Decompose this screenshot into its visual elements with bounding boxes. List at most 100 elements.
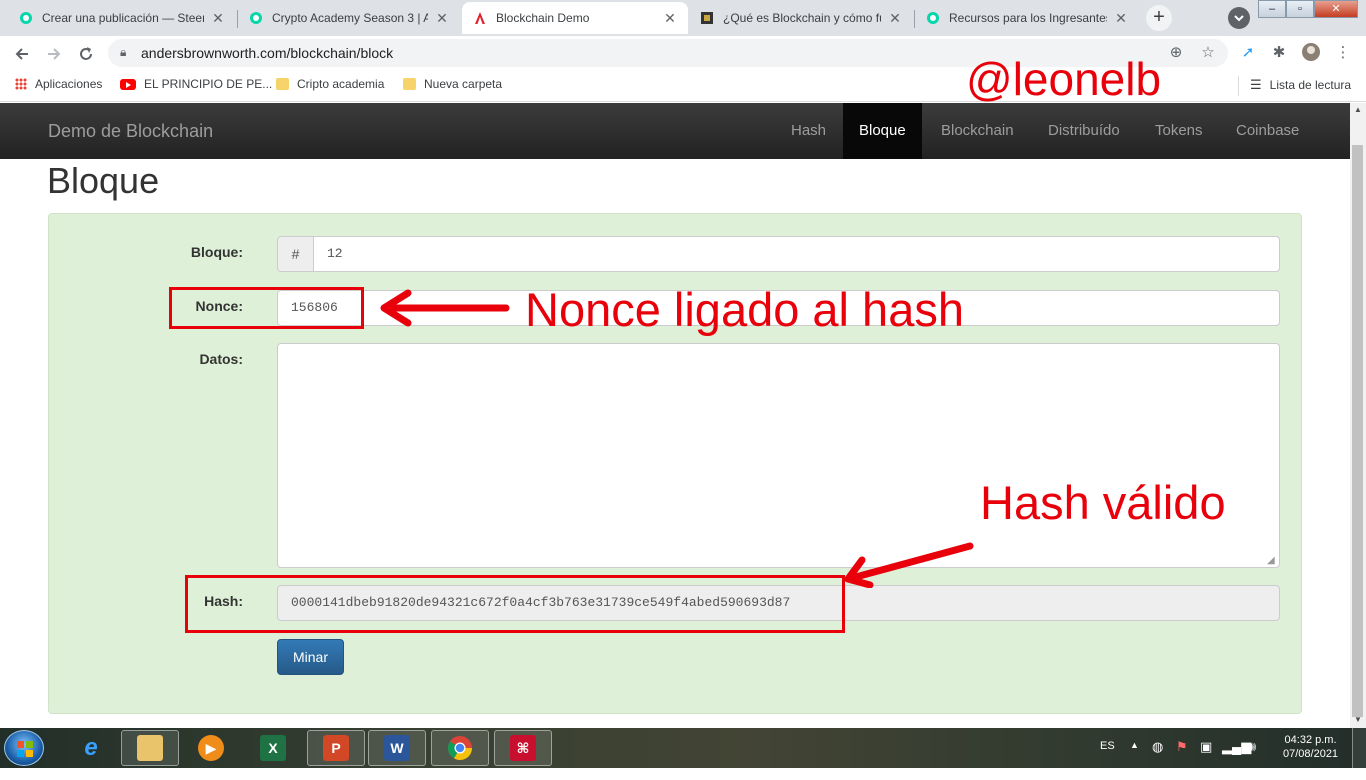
avatar[interactable] bbox=[1300, 42, 1322, 64]
page-title: Bloque bbox=[47, 160, 160, 201]
close-tab-icon[interactable]: ✕ bbox=[434, 10, 450, 27]
extensions-puzzle-icon[interactable]: ✱ bbox=[1268, 42, 1290, 64]
block-number-input[interactable]: 12 bbox=[313, 236, 1280, 272]
taskbar-word[interactable]: W bbox=[368, 730, 426, 766]
hash-annotation: Hash válido bbox=[980, 476, 1226, 529]
taskbar-acrobat[interactable]: ⌘ bbox=[494, 730, 552, 766]
reload-icon bbox=[80, 47, 92, 60]
tab-recursos[interactable]: Recursos para los Ingresantes ✕ bbox=[915, 2, 1139, 34]
reading-list-button[interactable]: ☰ Lista de lectura bbox=[1250, 77, 1351, 93]
bookmark-youtube[interactable]: EL PRINCIPIO DE PE... bbox=[120, 77, 272, 91]
device-icon[interactable]: ▣ bbox=[1200, 739, 1212, 779]
clock-date: 07/08/2021 bbox=[1283, 748, 1339, 760]
nav-tokens[interactable]: Tokens bbox=[1139, 103, 1219, 159]
bookmark-apps[interactable]: Aplicaciones bbox=[15, 77, 102, 91]
tab-label: Blockchain Demo bbox=[496, 11, 590, 25]
watermark-text: @leonelb bbox=[966, 53, 1162, 105]
new-tab-button[interactable]: + bbox=[1146, 5, 1172, 31]
steemit-icon bbox=[18, 10, 34, 26]
nav-hash[interactable]: Hash bbox=[775, 103, 842, 159]
bookmark-nueva-carpeta[interactable]: Nueva carpeta bbox=[403, 77, 502, 91]
site-navbar: Demo de Blockchain Hash Bloque Blockchai… bbox=[0, 103, 1350, 159]
zoom-icon[interactable]: ⊕ bbox=[1165, 42, 1187, 64]
close-tab-icon[interactable]: ✕ bbox=[887, 10, 903, 27]
bookmark-label: Cripto academia bbox=[297, 77, 385, 91]
bookmark-label: Aplicaciones bbox=[35, 77, 103, 91]
menu-icon[interactable]: ⋮ bbox=[1332, 42, 1354, 64]
word-icon: W bbox=[384, 735, 410, 761]
tab-label: Crypto Academy Season 3 | Advanced bbox=[272, 11, 428, 25]
show-desktop-button[interactable] bbox=[1352, 728, 1366, 768]
tab-blockchain-demo[interactable]: Blockchain Demo ✕ bbox=[462, 2, 688, 34]
tab-crypto-academy[interactable]: Crypto Academy Season 3 | Advanced ✕ bbox=[238, 2, 460, 34]
clock[interactable]: 04:32 p.m. 07/08/2021 bbox=[1283, 734, 1338, 774]
excel-icon: X bbox=[260, 735, 286, 761]
folder-icon bbox=[276, 78, 289, 90]
nav-coinbase[interactable]: Coinbase bbox=[1220, 103, 1315, 159]
language-indicator[interactable]: ES bbox=[1100, 740, 1115, 780]
nav-distribuido[interactable]: Distribuído bbox=[1032, 103, 1136, 159]
taskbar-media-player[interactable]: ▶ bbox=[182, 730, 240, 766]
page-scrollbar[interactable]: ▲ ▼ bbox=[1350, 103, 1366, 728]
site-icon bbox=[699, 10, 715, 26]
taskbar-explorer[interactable] bbox=[121, 730, 179, 766]
bookmarks-bar: Aplicaciones EL PRINCIPIO DE PE... Cript… bbox=[0, 70, 1366, 102]
volume-icon[interactable]: 🔊︎ bbox=[1248, 739, 1256, 779]
data-textarea[interactable] bbox=[277, 343, 1280, 568]
close-tab-icon[interactable]: ✕ bbox=[1113, 10, 1129, 27]
window-controls: – ▫ ✕ bbox=[1258, 0, 1358, 18]
taskbar-chrome[interactable] bbox=[431, 730, 489, 766]
url-text: andersbrownworth.com/blockchain/block bbox=[141, 45, 394, 61]
scroll-down-icon[interactable]: ▼ bbox=[1354, 715, 1362, 724]
tab-label: ¿Qué es Blockchain y cómo funciona bbox=[723, 11, 881, 25]
steemit-icon bbox=[248, 10, 264, 26]
scroll-up-icon[interactable]: ▲ bbox=[1354, 105, 1362, 114]
ie-icon: e bbox=[84, 734, 98, 761]
nav-bloque[interactable]: Bloque bbox=[843, 103, 922, 159]
bookmark-divider bbox=[1238, 76, 1239, 96]
taskbar-excel[interactable]: X bbox=[244, 730, 302, 766]
tab-search-button[interactable] bbox=[1228, 7, 1250, 29]
reading-list-icon: ☰ bbox=[1250, 77, 1262, 92]
apps-grid-icon bbox=[15, 78, 27, 90]
taskbar-ie[interactable]: e bbox=[62, 730, 120, 766]
close-tab-icon[interactable]: ✕ bbox=[210, 10, 226, 27]
folder-icon bbox=[403, 78, 416, 90]
site-brand[interactable]: Demo de Blockchain bbox=[48, 121, 213, 142]
taskbar-powerpoint[interactable]: P bbox=[307, 730, 365, 766]
tab-steemit-post[interactable]: Crear una publicación — Steemit ✕ bbox=[8, 2, 236, 34]
nav-blockchain[interactable]: Blockchain bbox=[925, 103, 1030, 159]
clock-time: 04:32 p.m. bbox=[1284, 734, 1337, 746]
close-tab-icon[interactable]: ✕ bbox=[662, 10, 678, 27]
arrow-left-icon bbox=[380, 289, 510, 327]
tab-que-es-blockchain[interactable]: ¿Qué es Blockchain y cómo funciona ✕ bbox=[689, 2, 913, 34]
bookmark-star-icon[interactable]: ☆ bbox=[1197, 42, 1219, 64]
chrome-icon bbox=[448, 736, 472, 761]
tab-label: Crear una publicación — Steemit bbox=[42, 11, 204, 25]
block-prefix: # bbox=[277, 236, 314, 272]
network-icon[interactable]: ◍ bbox=[1152, 739, 1163, 779]
reading-list-label: Lista de lectura bbox=[1269, 78, 1352, 92]
close-window-button[interactable]: ✕ bbox=[1314, 0, 1358, 18]
chevron-down-icon bbox=[1234, 15, 1244, 22]
minimize-button[interactable]: – bbox=[1258, 0, 1286, 18]
maximize-button[interactable]: ▫ bbox=[1286, 0, 1314, 18]
reload-button[interactable] bbox=[74, 42, 98, 66]
explorer-icon bbox=[137, 735, 163, 761]
back-button[interactable] bbox=[10, 42, 34, 66]
mine-button[interactable]: Minar bbox=[277, 639, 344, 675]
windows-logo-icon bbox=[17, 741, 33, 757]
nonce-annotation: Nonce ligado al hash bbox=[525, 283, 964, 336]
signal-icon[interactable]: ▂▄▆ bbox=[1222, 739, 1251, 779]
resize-handle-icon[interactable]: ◢ bbox=[1267, 555, 1275, 566]
flag-icon[interactable]: ⚑ bbox=[1176, 739, 1188, 779]
forward-button[interactable] bbox=[42, 42, 66, 66]
tray-expand-icon[interactable]: ▲ bbox=[1130, 740, 1139, 780]
tab-label: Recursos para los Ingresantes bbox=[949, 11, 1107, 25]
start-button[interactable] bbox=[4, 730, 44, 766]
arrow-right-icon bbox=[48, 48, 61, 60]
bookmark-cripto-academia[interactable]: Cripto academia bbox=[276, 77, 384, 91]
scrollbar-thumb[interactable] bbox=[1352, 145, 1363, 717]
media-player-icon: ▶ bbox=[198, 735, 224, 761]
extension-icon[interactable]: ➚ bbox=[1237, 42, 1259, 64]
